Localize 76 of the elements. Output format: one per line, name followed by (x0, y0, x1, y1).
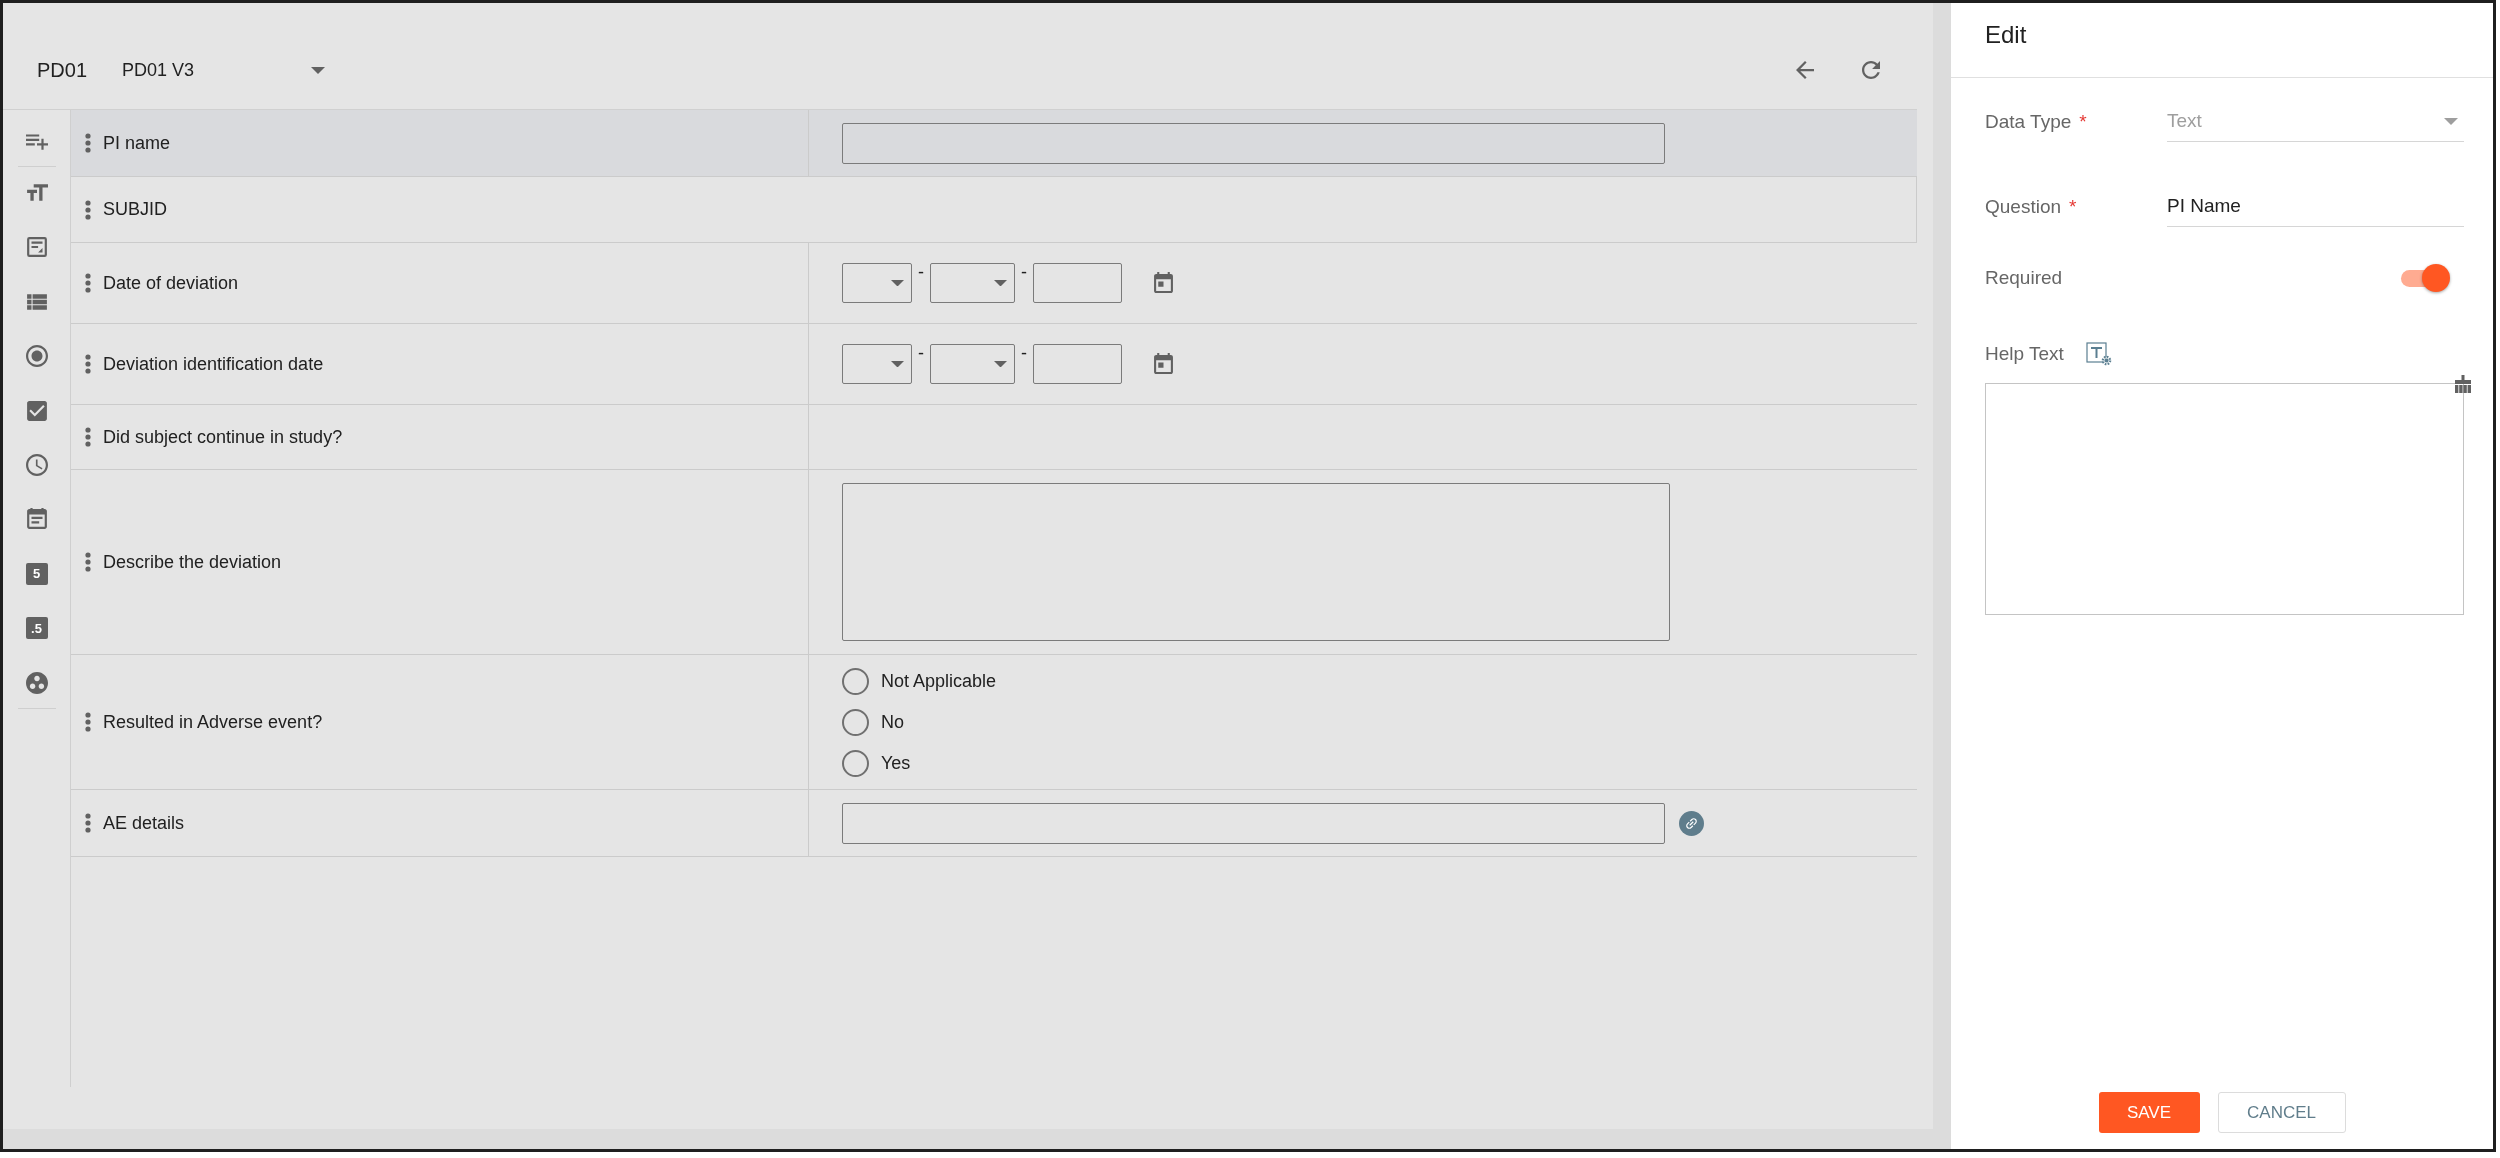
drag-handle-icon[interactable] (85, 427, 91, 447)
field-label: Data Type (1985, 110, 2072, 133)
dropdown-field[interactable] (930, 263, 1015, 303)
form-row[interactable]: SUBJID (71, 177, 1917, 243)
question-label: Deviation identification date (103, 353, 324, 375)
calendar-icon[interactable] (1154, 353, 1173, 374)
radio-label: Not Applicable (881, 670, 997, 692)
caret-icon (994, 279, 1007, 287)
question-label: AE details (103, 812, 185, 834)
required-mark: * (2069, 195, 2077, 218)
form-row[interactable]: Deviation identification date - - (71, 324, 1917, 405)
clock-icon[interactable] (25, 453, 48, 476)
text-settings-icon[interactable] (2085, 342, 2112, 366)
calendar-icon[interactable] (1154, 272, 1173, 293)
calendar-icon[interactable] (25, 508, 48, 531)
date-separator: - (1020, 263, 1028, 281)
checkbox-icon[interactable] (25, 399, 48, 422)
radio-button[interactable] (842, 749, 869, 777)
text-input-field[interactable] (842, 802, 1665, 844)
caret-icon (2444, 117, 2458, 125)
refresh-icon[interactable] (1862, 61, 1880, 79)
back-arrow-icon[interactable] (1796, 61, 1814, 79)
question-label: PI name (103, 132, 171, 154)
radio-label: No (881, 711, 904, 733)
drag-handle-icon[interactable] (85, 133, 91, 153)
form-row[interactable]: AE details (71, 790, 1917, 857)
note-icon[interactable] (25, 236, 48, 259)
field-label: Help Text (1985, 343, 2064, 365)
dropdown-field[interactable] (930, 344, 1015, 384)
dropdown-field[interactable] (842, 344, 912, 384)
panel-title: Edit (1985, 21, 2027, 48)
caret-icon (891, 360, 904, 368)
drag-handle-icon[interactable] (85, 712, 91, 732)
drag-handle-icon[interactable] (85, 813, 91, 833)
radio-button[interactable] (842, 708, 869, 736)
field-label: Question (1985, 195, 2062, 218)
date-separator: - (917, 344, 925, 362)
form-row[interactable]: Resulted in Adverse event? Not Applicable No Yes (71, 655, 1917, 790)
broom-icon[interactable] (2453, 375, 2473, 393)
question-label: Date of deviation (103, 272, 239, 294)
link-icon[interactable] (1679, 810, 1704, 836)
version-select[interactable]: PD01 V3 (122, 59, 326, 81)
form-row[interactable]: Date of deviation - - (71, 243, 1917, 324)
question-label: Did subject continue in study? (103, 426, 343, 448)
form-row[interactable]: Did subject continue in study? (71, 405, 1917, 470)
question-label: SUBJID (103, 199, 167, 220)
text-input-field[interactable] (842, 122, 1665, 164)
text-size-icon[interactable] (25, 182, 48, 204)
date-separator: - (1020, 344, 1028, 362)
question-label: Describe the deviation (103, 551, 282, 573)
question-label: Resulted in Adverse event? (103, 711, 323, 733)
drag-handle-icon[interactable] (85, 199, 91, 220)
caret-icon (994, 360, 1007, 368)
required-mark: * (2079, 110, 2087, 133)
text-area-field[interactable] (842, 483, 1670, 641)
dropdown-field[interactable] (842, 263, 912, 303)
form-row[interactable]: PI name (71, 110, 1917, 177)
date-separator: - (917, 263, 925, 281)
drag-handle-icon[interactable] (85, 354, 91, 374)
question-input[interactable]: PI Name (2167, 186, 2464, 227)
cancel-button[interactable]: CANCEL (2217, 1092, 2346, 1133)
caret-icon (891, 279, 904, 287)
drag-handle-icon[interactable] (85, 552, 91, 572)
number-tool[interactable]: .5 (25, 617, 48, 640)
form-row[interactable]: Describe the deviation (71, 470, 1917, 655)
required-toggle[interactable] (2401, 264, 2450, 292)
form-code: PD01 (37, 58, 88, 82)
radio-button[interactable] (842, 667, 869, 695)
radio-button-icon[interactable] (25, 345, 48, 368)
field-label: Required (1985, 267, 2063, 289)
drag-handle-icon[interactable] (85, 273, 91, 293)
radio-label: Yes (881, 752, 911, 774)
number-tool[interactable]: 5 (25, 562, 48, 585)
text-input-field[interactable] (1033, 263, 1122, 303)
caret-icon (311, 66, 326, 74)
text-input-field[interactable] (1033, 344, 1122, 384)
